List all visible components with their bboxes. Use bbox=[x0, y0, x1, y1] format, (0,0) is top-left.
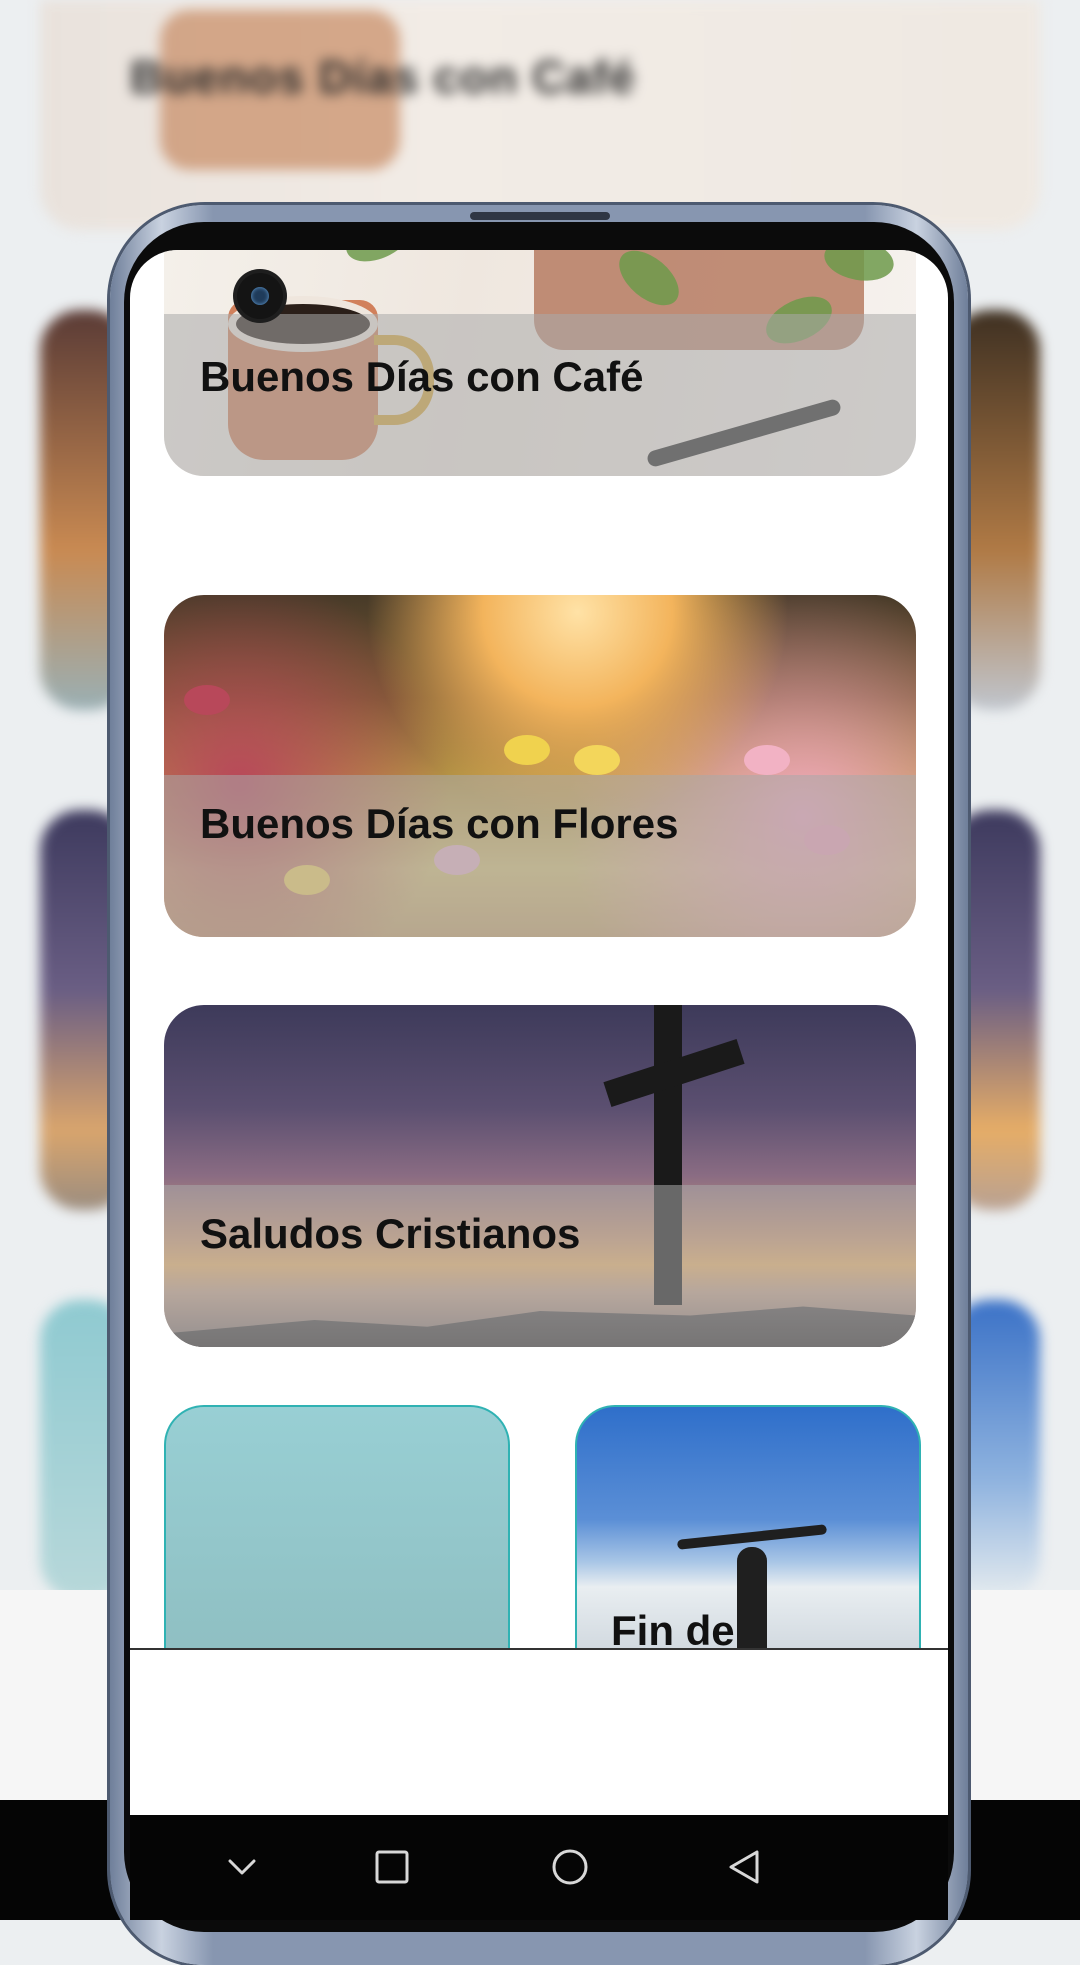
ad-banner-area bbox=[130, 1648, 948, 1815]
leaf-image bbox=[338, 250, 420, 271]
flower-image bbox=[744, 745, 790, 775]
circle-home-icon[interactable] bbox=[540, 1837, 600, 1897]
card-title: Saludos Cristianos bbox=[200, 1210, 581, 1257]
triangle-back-icon[interactable] bbox=[715, 1837, 775, 1897]
person-arms-image bbox=[676, 1524, 828, 1550]
app-screen: Buenos Días con Café Buenos Días con Flo… bbox=[130, 250, 948, 1815]
flower-image bbox=[184, 685, 230, 715]
category-card-fin-de-semana[interactable]: Fin de bbox=[575, 1405, 921, 1657]
category-card-small-left[interactable] bbox=[164, 1405, 510, 1657]
system-navigation-bar bbox=[130, 1815, 948, 1920]
flower-image bbox=[504, 735, 550, 765]
background-top-card: Buenos Días con Café bbox=[40, 0, 1040, 230]
card-title: Buenos Días con Flores bbox=[200, 800, 679, 847]
person-image bbox=[737, 1547, 767, 1657]
square-recents-icon[interactable] bbox=[362, 1837, 422, 1897]
flower-image bbox=[574, 745, 620, 775]
phone-speaker bbox=[470, 212, 610, 220]
background-top-card-title: Buenos Días con Café bbox=[130, 51, 636, 103]
front-camera bbox=[237, 273, 283, 319]
category-card-cristianos[interactable]: Saludos Cristianos bbox=[164, 1005, 916, 1347]
chevron-down-icon[interactable] bbox=[212, 1837, 272, 1897]
card-title: Buenos Días con Café bbox=[200, 353, 644, 400]
category-card-flores[interactable]: Buenos Días con Flores bbox=[164, 595, 916, 937]
